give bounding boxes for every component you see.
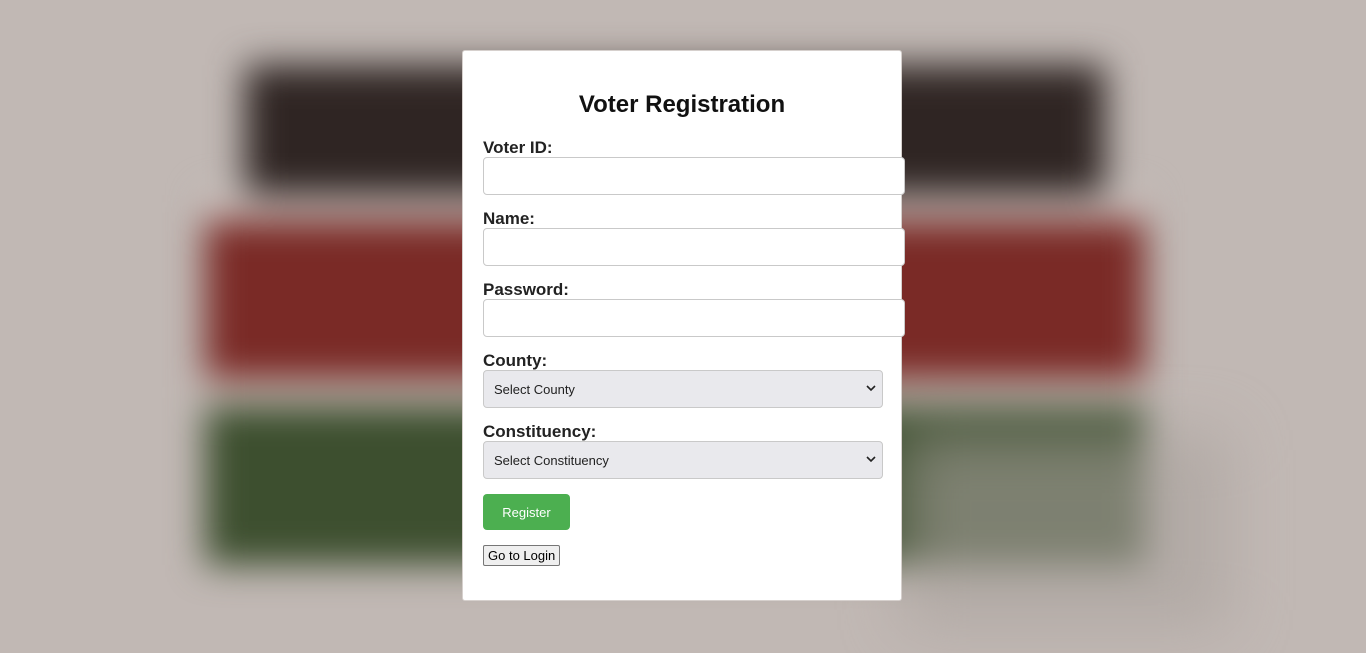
password-input[interactable] <box>483 299 905 337</box>
voter-id-input[interactable] <box>483 157 905 195</box>
go-to-login-button[interactable]: Go to Login <box>483 545 561 566</box>
register-button[interactable]: Register <box>483 494 570 530</box>
name-input[interactable] <box>483 228 905 266</box>
background-shadow <box>900 430 1230 630</box>
page-title: Voter Registration <box>578 91 786 118</box>
constituency-label: Constituency: <box>483 422 597 441</box>
password-label: Password: <box>483 280 569 299</box>
county-label: County: <box>483 351 548 370</box>
name-label: Name: <box>483 209 535 228</box>
county-select[interactable]: Select County <box>483 370 883 408</box>
constituency-select-value: Select Constituency <box>494 452 609 468</box>
county-select-value: Select County <box>494 381 575 397</box>
chevron-down-icon <box>866 456 876 463</box>
constituency-select[interactable]: Select Constituency <box>483 441 883 479</box>
registration-card: Voter Registration Voter ID: Name: Passw… <box>462 50 905 601</box>
chevron-down-icon <box>866 385 876 392</box>
voter-id-label: Voter ID: <box>483 138 553 157</box>
